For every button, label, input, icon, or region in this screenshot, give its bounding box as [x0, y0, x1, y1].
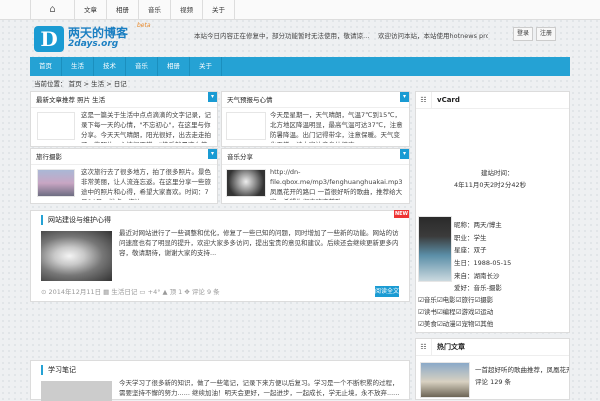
new-badge: NEW [394, 210, 409, 218]
header-buttons: 登录 注册 [513, 27, 556, 41]
vcard-tags: ☑美食☑动漫☑宠物☑其他 [418, 320, 494, 328]
top-nav-item[interactable]: 视频 [170, 0, 202, 20]
popular-widget: ☷ 热门文章 一首超好听的歌曲推荐，凤凰花开MV 评论 129 条 [415, 338, 570, 400]
home-link[interactable]: ⌂ [30, 0, 74, 20]
home-icon: ⌂ [49, 4, 56, 15]
card-excerpt: 这次旅行去了很多地方，拍了很多照片。景色非常美丽，让人流连忘返。在这里分享一些旅… [81, 168, 211, 200]
breadcrumb: 当前位置： 首页 > 生活 > 日记 [34, 80, 127, 88]
news-ticker[interactable]: 本站今日内容正在修复中，部分功能暂时无法使用，敬请谅解，谢谢您的支持与关注... [194, 30, 374, 40]
main-nav-item[interactable]: 相册 [158, 57, 190, 76]
pin-icon: ▾ [400, 149, 409, 159]
vcard-line: 星座：双子 [454, 246, 487, 254]
post-excerpt: 今天学习了很多新的知识，做了一些笔记，记录下来方便以后复习。学习是一个不断积累的… [119, 379, 400, 397]
top-nav-item[interactable]: 相册 [106, 0, 138, 20]
site-age-value: 4年11月0天2时2分42秒 [454, 181, 527, 189]
list-icon: ☷ [416, 92, 432, 109]
site-logo[interactable]: D 两天的博客 2days.org beta [34, 22, 174, 54]
widget-header: ☷ vCard [416, 92, 569, 109]
card-title[interactable]: 天气预报与心情 [222, 92, 409, 108]
top-nav-item[interactable]: 关于 [202, 0, 235, 20]
vcard-line: 生日：1988-05-15 [454, 259, 512, 267]
card-1[interactable]: 最新文章推荐 照片 生活 ▾ 这是一篇关于生活中点点滴滴的文字记录，记录下每一天… [30, 91, 218, 147]
post-title[interactable]: 学习笔记 [41, 365, 76, 375]
widget-header: ☷ 热门文章 [416, 339, 569, 356]
card-2[interactable]: 天气预报与心情 ▾ 今天是星期一，天气晴朗，气温7℃到15℃，北方地区降温明显，… [221, 91, 410, 147]
widget-title: 热门文章 [437, 343, 465, 351]
card-excerpt: http://dn-file.qbox.me/mp3/fenghuanghuak… [270, 168, 403, 200]
post-card[interactable]: 网站建设与维护心得 NEW 最近对网站进行了一些调整和优化，修复了一些已知的问题… [30, 210, 410, 302]
card-thumbnail[interactable] [226, 169, 266, 197]
logo-mark: D [34, 26, 64, 52]
top-nav-item[interactable]: 文章 [74, 0, 106, 20]
vcard-widget: ☷ vCard 建站时间： 4年11月0天2时2分42秒 昵称：两天/博主 职业… [415, 91, 570, 333]
card-thumbnail[interactable] [37, 112, 75, 140]
popular-thumbnail[interactable] [420, 362, 470, 398]
vcard-line: 职业：学生 [454, 234, 487, 242]
post-thumbnail[interactable] [41, 381, 112, 401]
vcard-line: 昵称：两天/博主 [454, 221, 502, 229]
vcard-tags: ☑读书☑编程☑游戏☑运动 [418, 308, 494, 316]
top-bar: ⌂ 文章 相册 音乐 视频 关于 [0, 0, 600, 20]
main-nav-item[interactable]: 技术 [94, 57, 126, 76]
post-title[interactable]: 网站建设与维护心得 [41, 215, 111, 225]
card-3[interactable]: 旅行摄影 ▾ 这次旅行去了很多地方，拍了很多照片。景色非常美丽，让人流连忘返。在… [30, 148, 218, 204]
popular-title[interactable]: 一首超好听的歌曲推荐，凤凰花开MV [475, 364, 569, 374]
vcard-line: 来自：湖南长沙 [454, 272, 500, 280]
main-nav: 首页 生活 技术 音乐 相册 关于 [30, 57, 570, 76]
register-button[interactable]: 注册 [536, 27, 556, 41]
welcome-text: 欢迎访问本站，本站使用hotnews pro 主题 [378, 32, 488, 40]
widget-title: vCard [437, 96, 460, 104]
post-excerpt: 最近对网站进行了一些调整和优化，修复了一些已知的问题，同时增加了一些新的功能。网… [119, 229, 399, 257]
pin-icon: ▾ [208, 149, 217, 159]
pin-icon: ▾ [208, 92, 217, 102]
top-nav: ⌂ 文章 相册 音乐 视频 关于 [30, 0, 235, 20]
pin-icon: ▾ [400, 92, 409, 102]
main-nav-item[interactable]: 关于 [190, 57, 222, 76]
logo-domain: 2days.org [68, 39, 119, 49]
avatar[interactable] [418, 216, 452, 282]
card-thumbnail[interactable] [226, 112, 266, 140]
vcard-tags: ☑音乐☑电影☑旅行☑摄影 [418, 296, 494, 304]
site-age-label: 建站时间： [481, 169, 514, 177]
card-thumbnail[interactable] [37, 169, 75, 197]
post-card[interactable]: 学习笔记 今天学习了很多新的知识，做了一些笔记，记录下来方便以后复习。学习是一个… [30, 360, 410, 401]
login-button[interactable]: 登录 [513, 27, 533, 41]
card-title[interactable]: 音乐分享 [222, 149, 409, 165]
card-excerpt: 今天是星期一，天气晴朗，气温7℃到15℃，北方地区降温明显，最高气温可达37℃，… [270, 111, 403, 143]
card-title[interactable]: 最新文章推荐 照片 生活 [31, 92, 217, 108]
main-nav-item[interactable]: 音乐 [126, 57, 158, 76]
list-icon: ☷ [416, 339, 432, 356]
card-title[interactable]: 旅行摄影 [31, 149, 217, 165]
read-more-button[interactable]: 阅读全文 [375, 286, 399, 297]
post-thumbnail[interactable] [41, 231, 112, 281]
main-nav-item[interactable]: 生活 [62, 57, 94, 76]
top-nav-item[interactable]: 音乐 [138, 0, 170, 20]
vcard-line: 爱好：音乐-摄影 [454, 284, 502, 292]
card-4[interactable]: 音乐分享 ▾ http://dn-file.qbox.me/mp3/fenghu… [221, 148, 410, 204]
logo-beta: beta [137, 22, 151, 29]
main-nav-item[interactable]: 首页 [30, 57, 62, 76]
popular-meta: 评论 129 条 [475, 378, 512, 386]
card-excerpt: 这是一篇关于生活中点点滴滴的文字记录，记录下每一天的心情，"不忘初心"，在这里与… [81, 111, 211, 143]
post-meta: ⊙ 2014年12月11日 ▦ 生活日记 ▭ +4° ▲ 顶 1 ✥ 评论 9 … [41, 288, 220, 296]
